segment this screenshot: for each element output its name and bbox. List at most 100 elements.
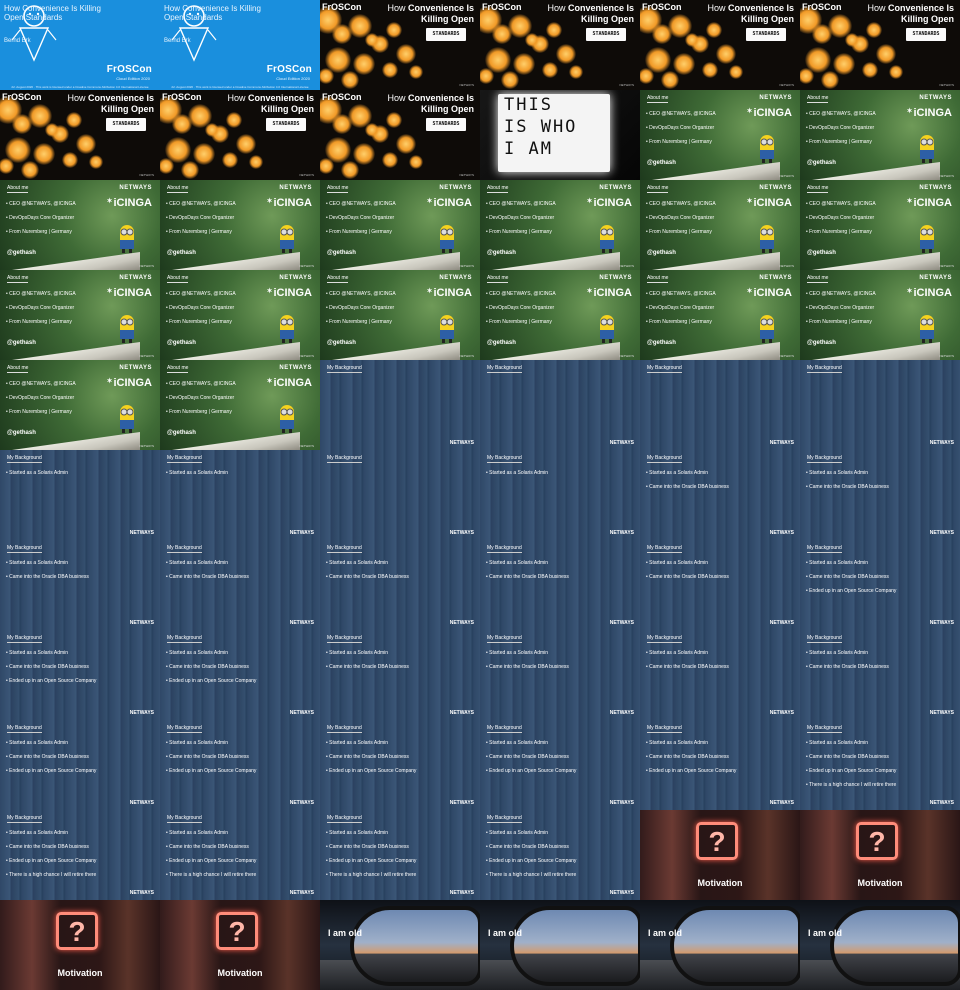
- slide-thumbnail[interactable]: FrOSCon How Convenience Is Killing Open ST…: [320, 0, 480, 90]
- slide-thumbnail[interactable]: My Background • Started as a Solaris Admi…: [160, 720, 320, 810]
- bullet-item: • Came into the Oracle DBA business: [806, 484, 889, 490]
- slide-thumbnail[interactable]: My Background • Started as a Solaris Admi…: [480, 810, 640, 900]
- slide-thumbnail[interactable]: My Background • Started as a Solaris Admi…: [0, 720, 160, 810]
- bullet-list: • Started as a Solaris Admin • Came into …: [486, 830, 576, 886]
- slide-thumbnail[interactable]: FrOSCon How Convenience Is Killing Open ST…: [480, 0, 640, 90]
- brand-label: NETWAYS: [619, 83, 634, 87]
- slide-thumbnail[interactable]: About me • CEO @NETWAYS, @ICINGA • DevOpsD…: [800, 180, 960, 270]
- slide-thumbnail[interactable]: My Background • Started as a Solaris Admi…: [160, 540, 320, 630]
- bullet-list: • CEO @NETWAYS, @ICINGA • DevOpsDays Core…: [806, 111, 876, 153]
- slide-thumbnail[interactable]: My Background • Started as a Solaris Admi…: [320, 810, 480, 900]
- bullet-item: • Started as a Solaris Admin: [166, 740, 229, 746]
- heading-bold: Convenience Is Killing Open: [727, 3, 794, 24]
- slide-thumbnail[interactable]: My Background • Started as a Solaris Admi…: [800, 540, 960, 630]
- slide-thumbnail[interactable]: About me • CEO @NETWAYS, @ICINGA • DevOpsD…: [0, 360, 160, 450]
- slide-heading: How Convenience Is Killing Open: [58, 93, 154, 115]
- bullet-item: • CEO @NETWAYS, @ICINGA: [486, 201, 556, 207]
- slide-thumbnail[interactable]: My Background • Started as a Solaris Admi…: [160, 630, 320, 720]
- slide-thumbnail[interactable]: My Background • Started as a Solaris Admi…: [480, 720, 640, 810]
- minion-figure-icon: [280, 315, 294, 343]
- slide-thumbnail[interactable]: My Background • Started as a Solaris Admi…: [480, 450, 640, 540]
- bullet-item: • Started as a Solaris Admin: [806, 560, 869, 566]
- slide-thumbnail[interactable]: FrOSCon How Convenience Is Killing Open ST…: [320, 90, 480, 180]
- side-mirror: [830, 906, 960, 986]
- slide-thumbnail[interactable]: My Background • Started as a Solaris Admi…: [800, 630, 960, 720]
- slide-thumbnail[interactable]: ? Motivation: [640, 810, 800, 900]
- bullet-item: • Started as a Solaris Admin: [806, 470, 869, 476]
- slide-thumbnail[interactable]: About me • CEO @NETWAYS, @ICINGA • DevOpsD…: [160, 270, 320, 360]
- slide-thumbnail[interactable]: My Background NETWAYS: [480, 360, 640, 450]
- slide-thumbnail[interactable]: My Background NETWAYS: [800, 360, 960, 450]
- bokeh-light: [729, 65, 743, 79]
- slide-thumbnail[interactable]: About me • CEO @NETWAYS, @ICINGA • DevOpsD…: [0, 270, 160, 360]
- slide-caption: About me: [807, 95, 829, 103]
- slide-thumbnail[interactable]: How Convenience Is Killing Open Standard…: [0, 0, 160, 90]
- slide-thumbnail[interactable]: THIS IS WHO I AM: [480, 90, 640, 180]
- slide-thumbnail[interactable]: About me • CEO @NETWAYS, @ICINGA • DevOpsD…: [640, 270, 800, 360]
- slide-thumbnail[interactable]: FrOSCon How Convenience Is Killing Open ST…: [160, 90, 320, 180]
- slide-thumbnail[interactable]: About me • CEO @NETWAYS, @ICINGA • DevOpsD…: [800, 90, 960, 180]
- slide-thumbnail[interactable]: My Background NETWAYS: [320, 450, 480, 540]
- slide-thumbnail[interactable]: About me • CEO @NETWAYS, @ICINGA • DevOpsD…: [800, 270, 960, 360]
- netways-logo: NETWAYS: [929, 620, 954, 626]
- slide-thumbnail[interactable]: My Background • Started as a Solaris Admi…: [320, 540, 480, 630]
- slide-thumbnail[interactable]: FrOSCon How Convenience Is Killing Open ST…: [640, 0, 800, 90]
- brand-label: NETWAYS: [299, 444, 314, 448]
- slide-thumbnail[interactable]: My Background • Started as a Solaris Admi…: [480, 540, 640, 630]
- minion-figure-icon: [760, 225, 774, 253]
- bullet-item: • Started as a Solaris Admin: [806, 650, 869, 656]
- slide-thumbnail[interactable]: About me • CEO @NETWAYS, @ICINGA • DevOpsD…: [320, 180, 480, 270]
- slide-thumbnail[interactable]: My Background • Started as a Solaris Admi…: [0, 630, 160, 720]
- slide-thumbnail[interactable]: About me • CEO @NETWAYS, @ICINGA • DevOpsD…: [320, 270, 480, 360]
- bullet-item: • Started as a Solaris Admin: [166, 650, 229, 656]
- bullet-item: • CEO @NETWAYS, @ICINGA: [326, 291, 396, 297]
- slide-thumbnail[interactable]: My Background • Started as a Solaris Admi…: [640, 540, 800, 630]
- slide-thumbnail[interactable]: About me • CEO @NETWAYS, @ICINGA • DevOpsD…: [160, 180, 320, 270]
- slide-thumbnail[interactable]: About me • CEO @NETWAYS, @ICINGA • DevOpsD…: [480, 270, 640, 360]
- icinga-stars-icon: ✶: [906, 108, 913, 115]
- slide-thumbnail[interactable]: ? Motivation: [160, 900, 320, 990]
- slide-thumbnail[interactable]: I am old: [320, 900, 480, 990]
- slide-thumbnail[interactable]: My Background • Started as a Solaris Admi…: [160, 450, 320, 540]
- slide-thumbnail[interactable]: My Background • Started as a Solaris Admi…: [0, 810, 160, 900]
- slide-thumbnail[interactable]: My Background • Started as a Solaris Admi…: [320, 630, 480, 720]
- slide-thumbnail[interactable]: My Background • Started as a Solaris Admi…: [0, 540, 160, 630]
- lightbox-sign: THIS IS WHO I AM: [498, 94, 610, 172]
- bokeh-light: [640, 68, 654, 84]
- slide-thumbnail[interactable]: My Background • Started as a Solaris Admi…: [160, 810, 320, 900]
- slide-thumbnail[interactable]: I am old: [480, 900, 640, 990]
- slide-thumbnail[interactable]: FrOSCon How Convenience Is Killing Open ST…: [800, 0, 960, 90]
- slide-thumbnail[interactable]: My Background • Started as a Solaris Admi…: [640, 720, 800, 810]
- slide-thumbnail[interactable]: My Background • Started as a Solaris Admi…: [0, 450, 160, 540]
- slide-thumbnail[interactable]: About me • CEO @NETWAYS, @ICINGA • DevOpsD…: [160, 360, 320, 450]
- slide-thumbnail[interactable]: My Background NETWAYS: [640, 360, 800, 450]
- bokeh-light: [341, 71, 359, 89]
- slide-thumbnail[interactable]: My Background • Started as a Solaris Admi…: [640, 450, 800, 540]
- slide-caption: My Background: [647, 455, 682, 463]
- slide-thumbnail[interactable]: How Convenience Is Killing Open Standard…: [160, 0, 320, 90]
- slide-thumbnail[interactable]: About me • CEO @NETWAYS, @ICINGA • DevOpsD…: [0, 180, 160, 270]
- slide-thumbnail[interactable]: My Background NETWAYS: [320, 360, 480, 450]
- slide-thumbnail[interactable]: ? Motivation: [0, 900, 160, 990]
- slide-thumbnail[interactable]: About me • CEO @NETWAYS, @ICINGA • DevOpsD…: [640, 90, 800, 180]
- slide-caption: My Background: [327, 635, 362, 643]
- minion-figure-icon: [760, 135, 774, 163]
- slide-thumbnail[interactable]: ? Motivation: [800, 810, 960, 900]
- slide-thumbnail[interactable]: My Background • Started as a Solaris Admi…: [480, 630, 640, 720]
- bullet-item: • Came into the Oracle DBA business: [326, 754, 409, 760]
- slide-thumbnail[interactable]: I am old: [800, 900, 960, 990]
- slide-thumbnail[interactable]: My Background • Started as a Solaris Admi…: [800, 450, 960, 540]
- slide-thumbnail[interactable]: My Background • Started as a Solaris Admi…: [640, 630, 800, 720]
- bullet-item: • Started as a Solaris Admin: [646, 470, 709, 476]
- slide-caption: My Background: [647, 545, 682, 553]
- slide-thumbnail[interactable]: About me • CEO @NETWAYS, @ICINGA • DevOpsD…: [640, 180, 800, 270]
- question-mark-sign-icon: ?: [856, 822, 898, 860]
- question-mark-sign-icon: ?: [696, 822, 738, 860]
- slide-thumbnail[interactable]: About me • CEO @NETWAYS, @ICINGA • DevOpsD…: [480, 180, 640, 270]
- slide-thumbnail[interactable]: I am old: [640, 900, 800, 990]
- bokeh-light: [716, 44, 736, 64]
- slide-thumbnail[interactable]: My Background • Started as a Solaris Admi…: [800, 720, 960, 810]
- netways-logo: NETWAYS: [129, 530, 154, 536]
- slide-thumbnail[interactable]: FrOSCon How Convenience Is Killing Open ST…: [0, 90, 160, 180]
- slide-thumbnail[interactable]: My Background • Started as a Solaris Admi…: [320, 720, 480, 810]
